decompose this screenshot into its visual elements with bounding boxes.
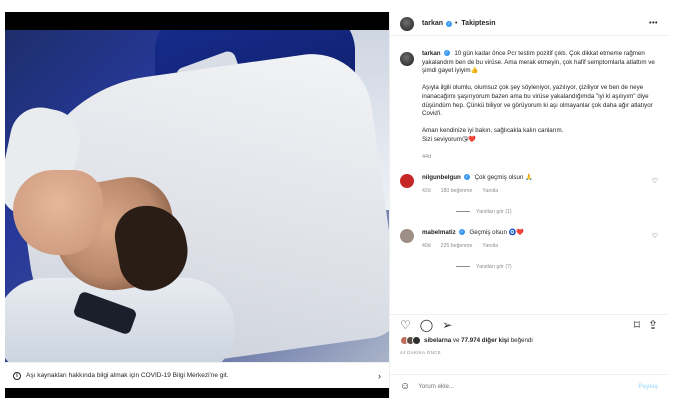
comment-item: mabelmatiz ✓ Geçmiş olsun 🧿❤️ 40d 225 beğ… [400, 228, 658, 250]
caption-text-1: 10 gün kadar önce Pcr testim pozitif çık… [422, 50, 655, 75]
bookmark-icon[interactable]: ⌑ [634, 318, 640, 332]
verified-badge-icon: ✓ [463, 174, 470, 181]
replies-line [456, 266, 470, 268]
heart-icon[interactable]: ♡ [400, 318, 411, 332]
comment-like-heart-icon[interactable]: ♡ [652, 233, 658, 241]
comment-time: 42d [422, 187, 431, 194]
caption-paragraph-2: Aşıyla ilgili olumlu, olumsuz çok şey sö… [422, 84, 653, 118]
author-avatar[interactable] [400, 16, 414, 31]
post-side-panel: tarkan ✓ • Takiptesin ••• tarkan ✓ 10 gün… [389, 12, 668, 398]
caption-body: tarkan ✓ 10 gün kadar önce Pcr testim poz… [422, 50, 658, 162]
covid-info-banner[interactable]: i Aşı kaynakları hakkında bilgi almak iç… [5, 362, 389, 388]
post-modal: i Aşı kaynakları hakkında bilgi almak iç… [0, 0, 682, 417]
add-comment-bar: ☺ Paylaş [390, 374, 668, 398]
caption-username[interactable]: tarkan [422, 50, 441, 57]
header-separator: • [455, 20, 460, 27]
commenter-username[interactable]: nilgunbelgun [422, 174, 461, 181]
photo-hand [13, 170, 103, 255]
chevron-right-icon: › [378, 370, 381, 381]
verified-badge-icon: ✓ [443, 50, 450, 57]
post-comment-button[interactable]: Paylaş [638, 383, 658, 390]
info-icon: i [13, 371, 21, 380]
more-horizontal-icon[interactable]: ••• [649, 20, 658, 27]
likes-summary[interactable]: sibelarna ve 77.974 diğer kişi beğendi [400, 336, 658, 345]
liker-avatar [412, 336, 421, 345]
commenter-avatar[interactable] [400, 173, 414, 188]
comment-like-heart-icon[interactable]: ♡ [652, 178, 658, 186]
commenter-username[interactable]: mabelmatiz [422, 229, 456, 236]
comment-icon[interactable]: ◯ [420, 318, 433, 332]
replies-line [456, 211, 470, 213]
comment-likes[interactable]: 225 beğenme [441, 242, 473, 250]
comments-list[interactable]: tarkan ✓ 10 gün kadar önce Pcr testim poz… [390, 40, 668, 322]
covid-banner-text: Aşı kaynakları hakkında bilgi almak için… [26, 372, 229, 379]
following-button[interactable]: Takiptesin [461, 20, 495, 27]
likes-count[interactable]: 77.974 diğer kişi [461, 337, 509, 344]
reply-button[interactable]: Yanıtla [482, 187, 498, 195]
comment-time: 40d [422, 242, 431, 249]
liker-username[interactable]: sibelarna [424, 337, 451, 344]
caption-paragraph-1: tarkan ✓ 10 gün kadar önce Pcr testim poz… [422, 50, 658, 76]
comment-meta: 40d 225 beğenme Yanıtla [422, 242, 524, 250]
comment-likes[interactable]: 180 beğenme [441, 187, 473, 195]
comment-meta: 42d 180 beğenme Yanıtla [422, 187, 533, 195]
post-actions: ♡ ◯ ➢ ⌑ ⇪ [390, 314, 668, 334]
view-replies-label[interactable]: Yanıtları gör (7) [476, 264, 512, 270]
view-replies[interactable]: Yanıtları gör (1) [456, 209, 658, 215]
likes-text-end: beğendi [508, 337, 533, 344]
caption-time: 44d [422, 154, 432, 161]
comment-item: nilgunbelgun ✓ Çok geçmiş olsun 🙏 42d 180… [400, 173, 658, 195]
likes-text: sibelarna ve 77.974 diğer kişi beğendi [424, 337, 533, 344]
view-replies-label[interactable]: Yanıtları gör (1) [476, 209, 512, 215]
view-replies[interactable]: Yanıtları gör (7) [456, 264, 658, 270]
likes-text-middle: ve [451, 337, 462, 344]
post-caption: tarkan ✓ 10 gün kadar önce Pcr testim poz… [400, 50, 658, 162]
author-username[interactable]: tarkan [422, 20, 443, 27]
comment-input[interactable] [418, 383, 639, 390]
smiley-icon[interactable]: ☺ [400, 381, 410, 392]
commenter-avatar[interactable] [400, 228, 414, 243]
post-timestamp: 44 DAKİKA ÖNCE [400, 350, 441, 355]
share-icon[interactable]: ⇪ [648, 318, 658, 332]
comment-body: mabelmatiz ✓ Geçmiş olsun 🧿❤️ 40d 225 beğ… [422, 229, 524, 250]
caption-paragraph-3: Aman kendinize iyi bakın, sağlıcakla kal… [422, 127, 564, 143]
verified-badge-icon: ✓ [446, 20, 453, 27]
comment-text: Çok geçmiş olsun 🙏 [474, 173, 533, 181]
post-photo [5, 30, 389, 362]
send-icon[interactable]: ➢ [442, 318, 452, 332]
caption-author-avatar[interactable] [400, 52, 414, 66]
verified-badge-icon: ✓ [458, 229, 465, 236]
comment-body: nilgunbelgun ✓ Çok geçmiş olsun 🙏 42d 180… [422, 174, 533, 195]
post-media[interactable]: i Aşı kaynakları hakkında bilgi almak iç… [5, 12, 389, 398]
post-header: tarkan ✓ • Takiptesin ••• [390, 12, 668, 36]
reply-button[interactable]: Yanıtla [482, 242, 498, 250]
comment-text: Geçmiş olsun 🧿❤️ [469, 228, 525, 236]
